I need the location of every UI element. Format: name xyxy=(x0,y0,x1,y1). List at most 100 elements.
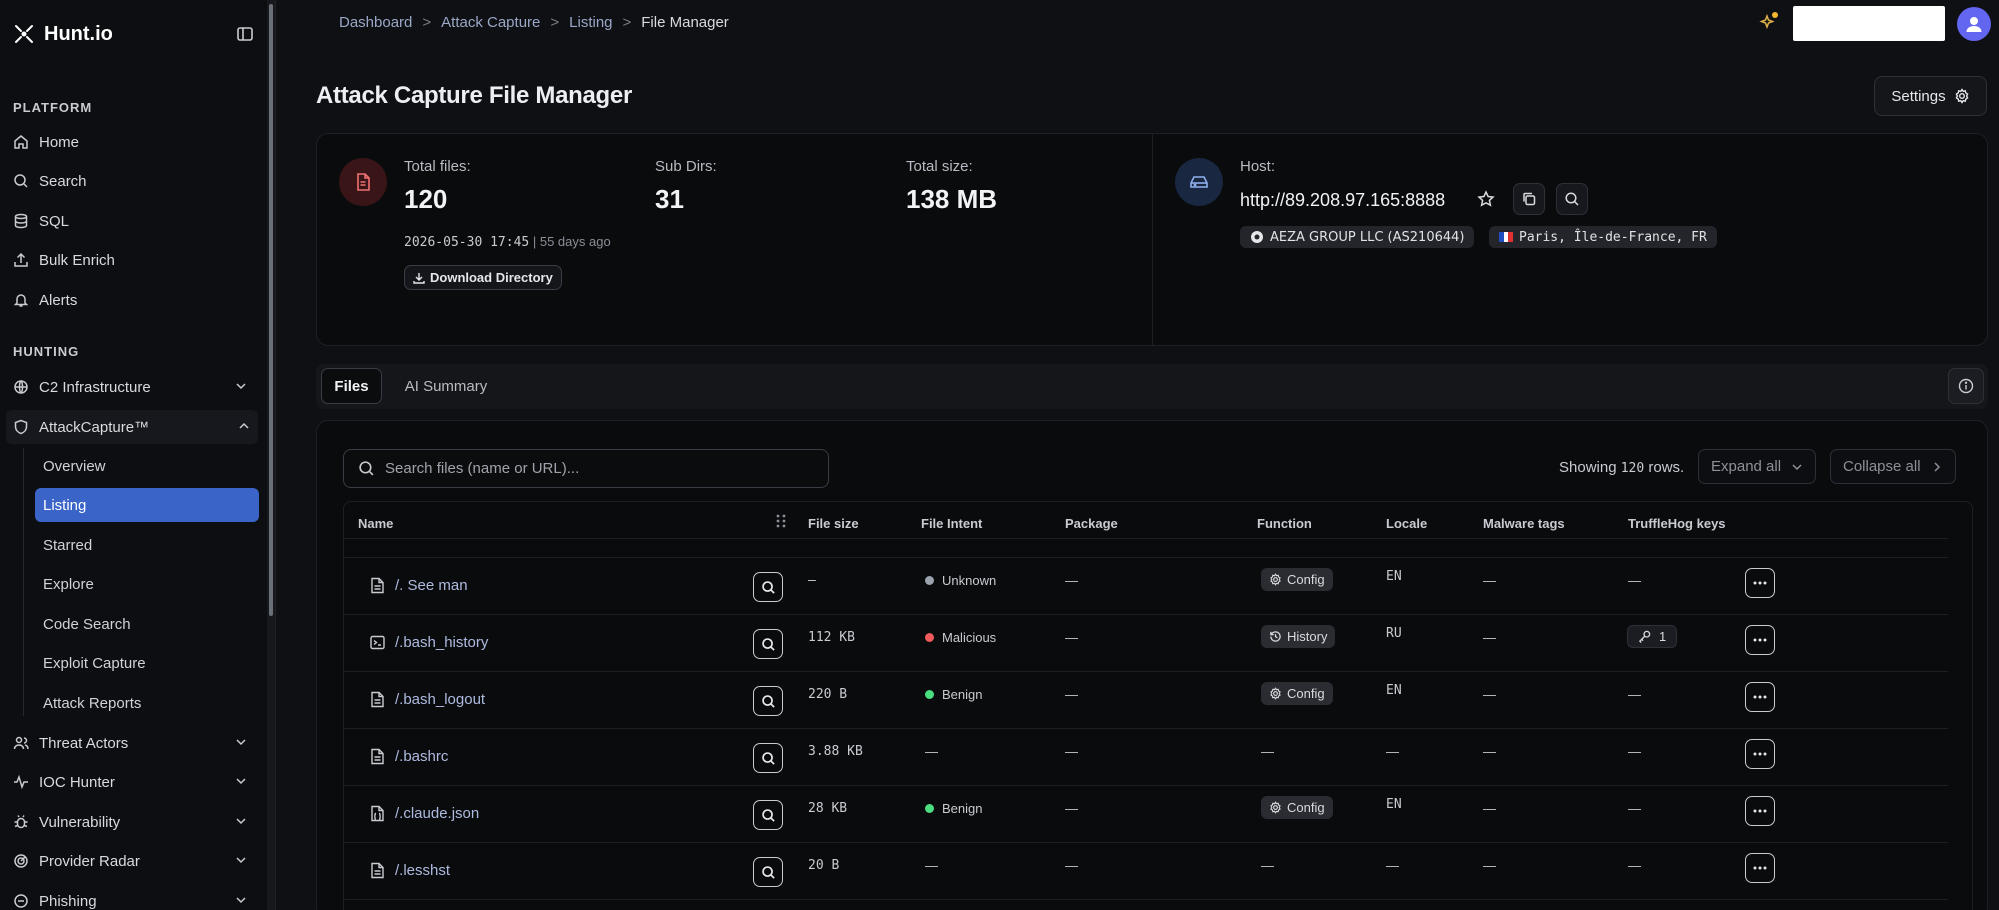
file-name-cell[interactable]: /.bashrc xyxy=(370,748,448,765)
star-icon xyxy=(1477,190,1495,207)
sidebar-item-attackcapture[interactable]: AttackCapture™ xyxy=(6,410,258,444)
inspect-file-button[interactable] xyxy=(753,743,783,773)
sidebar-scrollbar-thumb[interactable] xyxy=(269,4,273,616)
sidebar-item-threat-actors[interactable]: Threat Actors xyxy=(13,726,255,760)
avatar[interactable] xyxy=(1957,6,1991,41)
collapse-all-button[interactable]: Collapse all xyxy=(1830,449,1956,484)
file-search-input[interactable] xyxy=(385,460,805,477)
file-intent-cell: Unknown xyxy=(925,573,996,588)
sidebar-item-label: Search xyxy=(39,172,87,190)
inspect-file-button[interactable] xyxy=(753,800,783,830)
settings-button[interactable]: Settings xyxy=(1874,76,1987,116)
column-header-trufflehog-keys[interactable]: TruffleHog keys xyxy=(1628,516,1726,531)
sidebar-item-sql[interactable]: SQL xyxy=(13,204,255,238)
copy-button[interactable] xyxy=(1513,183,1545,215)
asn-badge[interactable]: AEZA GROUP LLC (AS210644) xyxy=(1240,226,1475,248)
users-icon xyxy=(13,736,29,750)
inspect-file-button[interactable] xyxy=(753,572,783,602)
sidebar-item-bulk-enrich[interactable]: Bulk Enrich xyxy=(13,243,255,277)
malware-tags-cell: — xyxy=(1483,744,1496,759)
file-name-cell[interactable]: /.claude.json xyxy=(370,805,479,822)
column-header-package[interactable]: Package xyxy=(1065,516,1118,531)
file-name: /.bash_history xyxy=(395,634,489,651)
search-icon xyxy=(761,808,775,822)
row-count-prefix: Showing xyxy=(1559,459,1621,476)
column-header-file-size[interactable]: File size xyxy=(808,516,859,531)
column-header-file-intent[interactable]: File Intent xyxy=(921,516,982,531)
file-size-cell: — xyxy=(808,573,816,588)
file-name: /. See man xyxy=(395,577,468,594)
table-row[interactable]: /.bash_logout 220 B Benign — Config EN —… xyxy=(344,672,1948,729)
table-row[interactable]: /. See man — Unknown — Config EN — — xyxy=(344,558,1948,615)
sidebar-toggle-icon[interactable] xyxy=(236,25,254,48)
sidebar-item-label: Phishing xyxy=(39,892,97,910)
logo[interactable]: Hunt.io xyxy=(12,22,113,46)
sidebar-subitem-code-search[interactable]: Code Search xyxy=(35,607,259,641)
inspect-file-button[interactable] xyxy=(753,686,783,716)
download-directory-button[interactable]: Download Directory xyxy=(404,265,562,290)
package-cell: — xyxy=(1065,801,1078,816)
sidebar-subitem-attack-reports[interactable]: Attack Reports xyxy=(35,686,259,720)
gear-icon xyxy=(1270,573,1281,586)
sidebar-item-provider-radar[interactable]: Provider Radar xyxy=(13,844,255,878)
drag-handle-icon[interactable] xyxy=(774,512,788,535)
trufflehog-keys-cell: — xyxy=(1628,744,1641,759)
breadcrumb-listing[interactable]: Listing xyxy=(569,14,612,31)
breadcrumb-dashboard[interactable]: Dashboard xyxy=(339,14,412,31)
sidebar-subitem-starred[interactable]: Starred xyxy=(35,528,259,562)
column-header-malware-tags[interactable]: Malware tags xyxy=(1483,516,1565,531)
sidebar-subitem-overview[interactable]: Overview xyxy=(35,449,259,483)
file-name-cell[interactable]: /. See man xyxy=(370,577,468,594)
activity-icon xyxy=(14,774,28,790)
sidebar-subitem-listing[interactable]: Listing xyxy=(35,488,259,522)
inspect-file-button[interactable] xyxy=(753,857,783,887)
location-badge[interactable]: Paris, Île-de-France, FR xyxy=(1489,226,1717,248)
sidebar-item-c2-infrastructure[interactable]: C2 Infrastructure xyxy=(13,370,255,404)
file-name-cell[interactable]: /.bash_history xyxy=(370,634,488,651)
row-actions-button[interactable] xyxy=(1745,625,1775,655)
sidebar-item-ioc-hunter[interactable]: IOC Hunter xyxy=(13,765,255,799)
table-row[interactable]: /.bashrc 3.88 KB — — — — — — xyxy=(344,729,1948,786)
sidebar-item-vulnerability[interactable]: Vulnerability xyxy=(13,805,255,839)
row-actions-button[interactable] xyxy=(1745,682,1775,712)
file-name-cell[interactable]: /.bash_logout xyxy=(370,691,485,708)
row-actions-button[interactable] xyxy=(1745,739,1775,769)
sidebar-item-home[interactable]: Home xyxy=(13,125,255,159)
star-button[interactable] xyxy=(1470,183,1502,215)
network-icon xyxy=(1251,231,1263,243)
chevron-down-icon xyxy=(1792,463,1802,470)
host-search-button[interactable] xyxy=(1556,183,1588,215)
file-name: /.bash_logout xyxy=(395,691,486,708)
sidebar-subitem-exploit-capture[interactable]: Exploit Capture xyxy=(35,646,259,680)
tab-ai-summary[interactable]: AI Summary xyxy=(396,368,496,404)
trufflehog-keys-badge[interactable]: 1 xyxy=(1627,625,1678,648)
file-search-box[interactable] xyxy=(343,449,829,488)
table-row[interactable]: /.bash_history 112 KB Malicious — Histor… xyxy=(344,615,1948,672)
sidebar-scrollbar[interactable] xyxy=(267,0,275,910)
more-horizontal-icon xyxy=(1753,809,1767,813)
sidebar-item-search[interactable]: Search xyxy=(13,164,255,198)
host-url[interactable]: http://89.208.97.165:8888 xyxy=(1240,190,1445,211)
sidebar-item-alerts[interactable]: Alerts xyxy=(13,283,255,317)
column-header-locale[interactable]: Locale xyxy=(1386,516,1427,531)
breadcrumb-attack-capture[interactable]: Attack Capture xyxy=(441,14,540,31)
table-row[interactable]: /.claude.json 28 KB Benign — Config EN —… xyxy=(344,786,1948,843)
gear-icon xyxy=(1270,687,1281,700)
sidebar-item-phishing[interactable]: Phishing xyxy=(13,884,255,910)
file-name-cell[interactable]: /.lesshst xyxy=(370,862,450,879)
row-actions-button[interactable] xyxy=(1745,853,1775,883)
column-header-function[interactable]: Function xyxy=(1257,516,1312,531)
info-button[interactable] xyxy=(1948,368,1984,404)
expand-all-button[interactable]: Expand all xyxy=(1698,449,1817,484)
sparkle-notification-icon[interactable] xyxy=(1759,10,1781,37)
globe-icon xyxy=(14,380,28,394)
inspect-file-button[interactable] xyxy=(753,629,783,659)
column-header-name[interactable]: Name xyxy=(358,516,393,531)
tab-files[interactable]: Files xyxy=(321,368,382,404)
table-row[interactable]: /.lesshst 20 B — — — — — — xyxy=(344,843,1948,900)
row-actions-button[interactable] xyxy=(1745,796,1775,826)
row-actions-button[interactable] xyxy=(1745,568,1775,598)
package-cell: — xyxy=(1065,744,1078,759)
sidebar-subitem-explore[interactable]: Explore xyxy=(35,567,259,601)
sidebar-item-label: Home xyxy=(39,133,80,151)
